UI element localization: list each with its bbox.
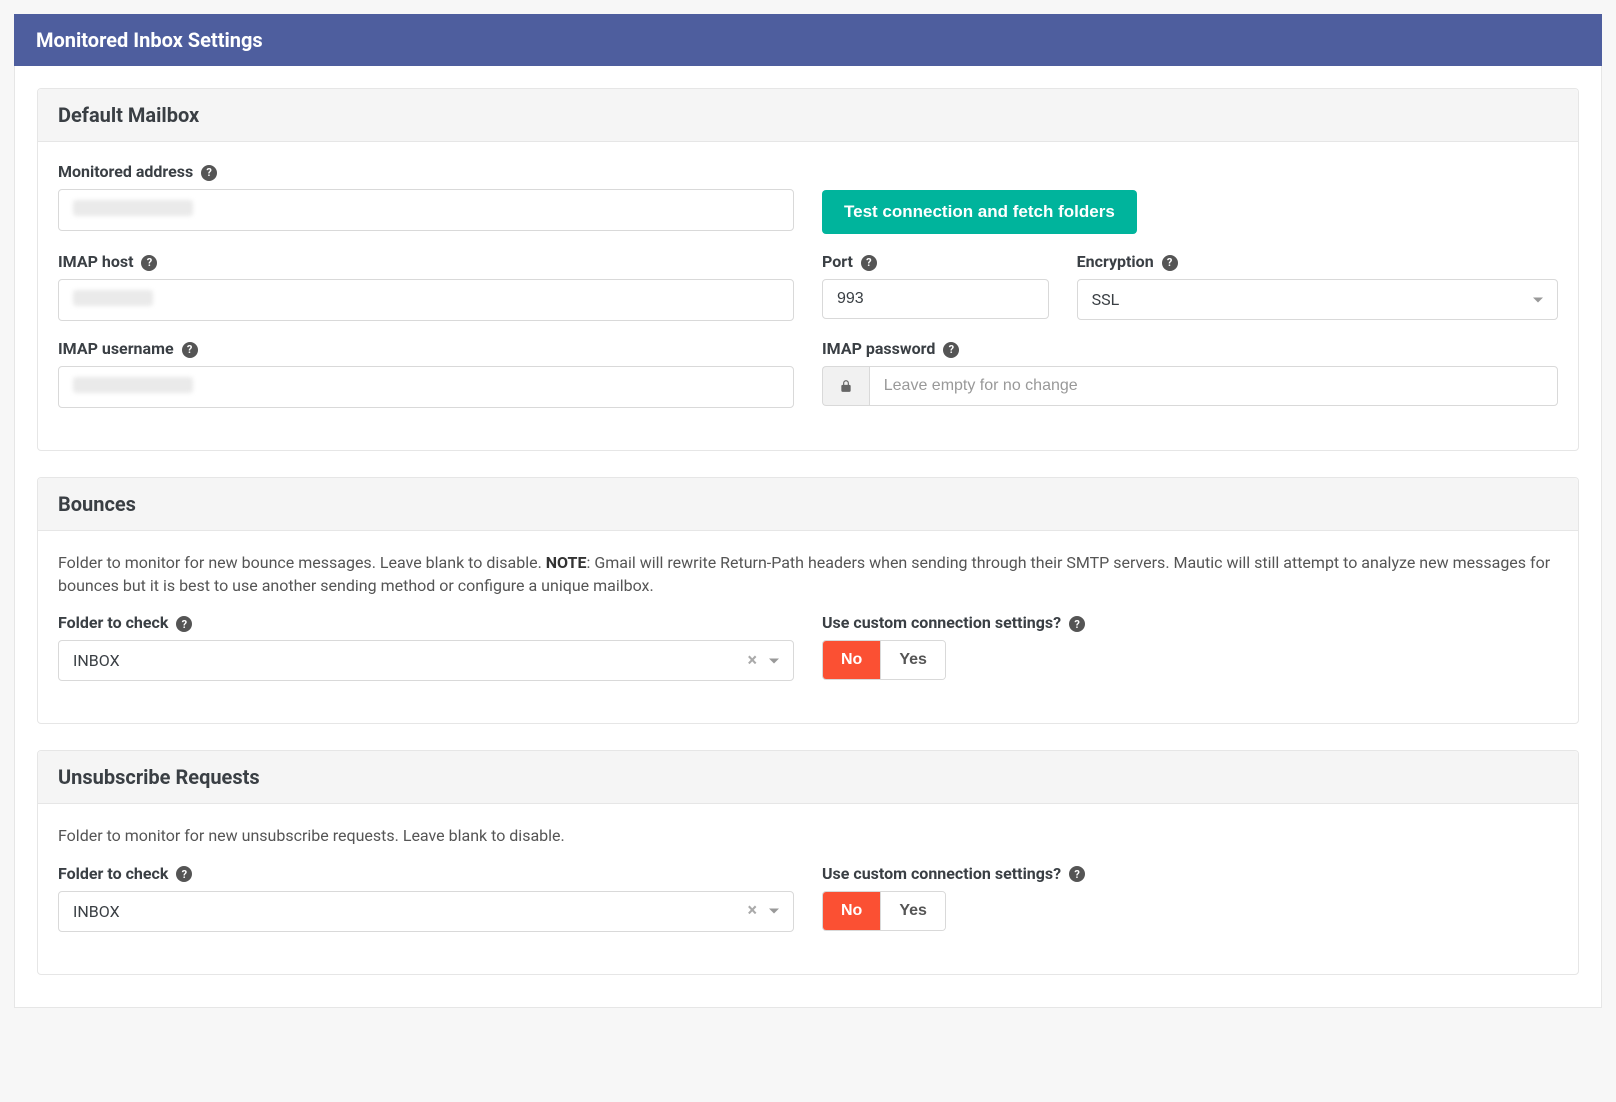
unsubscribe-customconn-yes[interactable]: Yes — [880, 892, 945, 930]
imap-username-label: IMAP username ? — [58, 339, 794, 358]
bounces-folder-value: INBOX — [73, 651, 120, 670]
bounces-customconn-label: Use custom connection settings? ? — [822, 613, 1558, 632]
help-icon[interactable]: ? — [861, 255, 877, 271]
monitored-address-label: Monitored address ? — [58, 162, 794, 181]
unsubscribe-folder-label: Folder to check ? — [58, 864, 794, 883]
close-icon[interactable]: × — [747, 652, 757, 670]
imap-host-label: IMAP host ? — [58, 252, 794, 271]
unsubscribe-customconn-no[interactable]: No — [823, 892, 880, 930]
lock-icon — [822, 366, 869, 406]
panel-bounces: Bounces Folder to monitor for new bounce… — [37, 477, 1579, 724]
help-icon[interactable]: ? — [1069, 616, 1085, 632]
unsubscribe-help-text: Folder to monitor for new unsubscribe re… — [58, 824, 1558, 847]
panel-heading-bounces: Bounces — [38, 478, 1578, 531]
imap-password-input[interactable] — [869, 366, 1558, 406]
help-icon[interactable]: ? — [201, 165, 217, 181]
chevron-down-icon — [769, 658, 779, 663]
unsubscribe-customconn-label: Use custom connection settings? ? — [822, 864, 1558, 883]
help-icon[interactable]: ? — [176, 866, 192, 882]
monitored-address-input[interactable] — [58, 189, 794, 231]
chevron-down-icon — [769, 909, 779, 914]
bounces-customconn-no[interactable]: No — [823, 641, 880, 679]
imap-username-input[interactable] — [58, 366, 794, 408]
page-title: Monitored Inbox Settings — [14, 14, 1602, 66]
port-input[interactable] — [822, 279, 1049, 319]
help-icon[interactable]: ? — [182, 342, 198, 358]
bounces-folder-select[interactable]: INBOX × — [58, 640, 794, 681]
bounces-customconn-toggle: No Yes — [822, 640, 946, 680]
redacted-value — [73, 290, 153, 306]
close-icon[interactable]: × — [747, 902, 757, 920]
page-body: Default Mailbox Monitored address ? — [14, 66, 1602, 1008]
encryption-label: Encryption ? — [1077, 252, 1558, 271]
redacted-value — [73, 377, 193, 393]
redacted-value — [73, 200, 193, 216]
bounces-folder-label: Folder to check ? — [58, 613, 794, 632]
port-label: Port ? — [822, 252, 1049, 271]
unsubscribe-folder-select[interactable]: INBOX × — [58, 891, 794, 932]
chevron-down-icon — [1533, 297, 1543, 302]
test-connection-button[interactable]: Test connection and fetch folders — [822, 190, 1137, 234]
panel-default-mailbox: Default Mailbox Monitored address ? — [37, 88, 1579, 451]
panel-heading-default-mailbox: Default Mailbox — [38, 89, 1578, 142]
unsubscribe-folder-value: INBOX — [73, 902, 120, 921]
help-icon[interactable]: ? — [1069, 866, 1085, 882]
panel-unsubscribe: Unsubscribe Requests Folder to monitor f… — [37, 750, 1579, 974]
panel-heading-unsubscribe: Unsubscribe Requests — [38, 751, 1578, 804]
imap-host-input[interactable] — [58, 279, 794, 321]
help-icon[interactable]: ? — [141, 255, 157, 271]
encryption-value: SSL — [1092, 290, 1120, 309]
help-icon[interactable]: ? — [176, 616, 192, 632]
unsubscribe-customconn-toggle: No Yes — [822, 891, 946, 931]
help-icon[interactable]: ? — [1162, 255, 1178, 271]
encryption-select[interactable]: SSL — [1077, 279, 1558, 320]
imap-password-label: IMAP password ? — [822, 339, 1558, 358]
bounces-help-text: Folder to monitor for new bounce message… — [58, 551, 1558, 597]
bounces-customconn-yes[interactable]: Yes — [880, 641, 945, 679]
help-icon[interactable]: ? — [943, 342, 959, 358]
